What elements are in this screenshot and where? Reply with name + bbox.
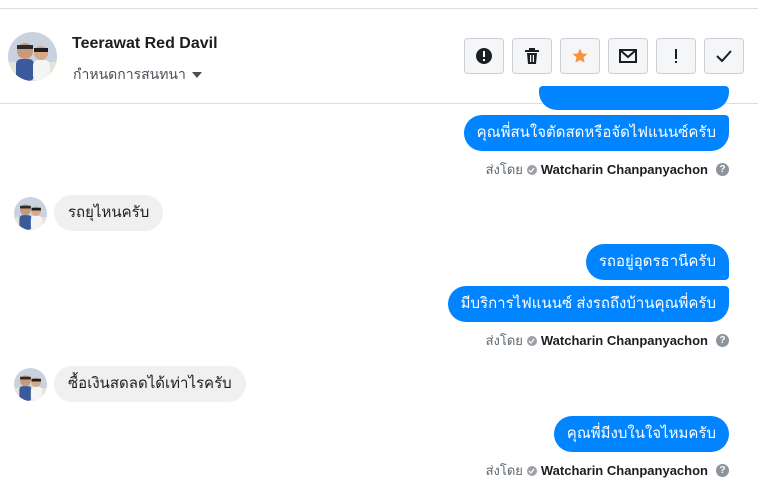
message-bubble-outgoing[interactable]: รถอยู่อุดรธานีครับ: [585, 244, 729, 280]
sent-by-prefix: ส่งโดย: [485, 463, 523, 478]
header-actions: [464, 38, 744, 74]
envelope-icon: [619, 49, 637, 63]
message-bubble-incoming[interactable]: ซื้อเงินสดลดได้เท่าไรครับ: [54, 366, 246, 402]
sent-by-line: ส่งโดย Watcharin Chanpanyachon ?: [486, 330, 729, 351]
caret-down-icon: [191, 72, 202, 78]
exclamation-circle-icon: [476, 48, 492, 64]
sent-by-line: ส่งโดย Watcharin Chanpanyachon ?: [486, 460, 729, 480]
sent-by-agent[interactable]: Watcharin Chanpanyachon: [541, 463, 708, 478]
contact-avatar-small[interactable]: [14, 367, 47, 401]
message-bubble-incoming[interactable]: รถยุไหนครับ: [54, 195, 164, 231]
star-button[interactable]: [560, 38, 600, 74]
check-icon: [526, 465, 537, 476]
contact-name: Teerawat Red Davil: [72, 35, 218, 52]
message-bubble-outgoing[interactable]: มีบริการไฟแนนซ์ ส่งรถถึงบ้านคุณพี่ครับ: [447, 286, 729, 322]
mark-done-button[interactable]: [704, 38, 744, 74]
help-icon[interactable]: ?: [716, 163, 729, 176]
mark-unread-button[interactable]: [608, 38, 648, 74]
check-icon: [716, 50, 732, 62]
message-bubble-partial: [539, 86, 729, 110]
sent-by-agent[interactable]: Watcharin Chanpanyachon: [541, 162, 708, 177]
contact-avatar-small[interactable]: [14, 196, 47, 230]
flag-important-button[interactable]: [656, 38, 696, 74]
sent-by-agent[interactable]: Watcharin Chanpanyachon: [541, 333, 708, 348]
message-row-incoming: ซื้อเงินสดลดได้เท่าไรครับ: [14, 366, 246, 402]
message-bubble-outgoing[interactable]: คุณพี่สนใจตัดสดหรือจัดไฟแนนซ์ครับ: [463, 115, 729, 151]
help-icon[interactable]: ?: [716, 464, 729, 477]
sent-by-prefix: ส่งโดย: [485, 162, 523, 177]
trash-icon: [525, 48, 539, 64]
conversation-settings-label: กำหนดการสนทนา: [73, 66, 186, 82]
message-bubble-outgoing[interactable]: คุณพี่มีงบในใจไหมครับ: [553, 416, 729, 452]
sent-by-prefix: ส่งโดย: [485, 333, 523, 348]
help-icon[interactable]: ?: [716, 334, 729, 347]
check-icon: [526, 164, 537, 175]
message-row-incoming: รถยุไหนครับ: [14, 195, 164, 231]
exclamation-icon: [675, 49, 677, 63]
contact-avatar[interactable]: [8, 32, 57, 81]
check-icon: [526, 335, 537, 346]
star-icon: [572, 48, 588, 63]
delete-button[interactable]: [512, 38, 552, 74]
conversation-settings-dropdown[interactable]: กำหนดการสนทนา: [73, 64, 202, 86]
mark-spam-button[interactable]: [464, 38, 504, 74]
sent-by-line: ส่งโดย Watcharin Chanpanyachon ?: [486, 159, 729, 180]
